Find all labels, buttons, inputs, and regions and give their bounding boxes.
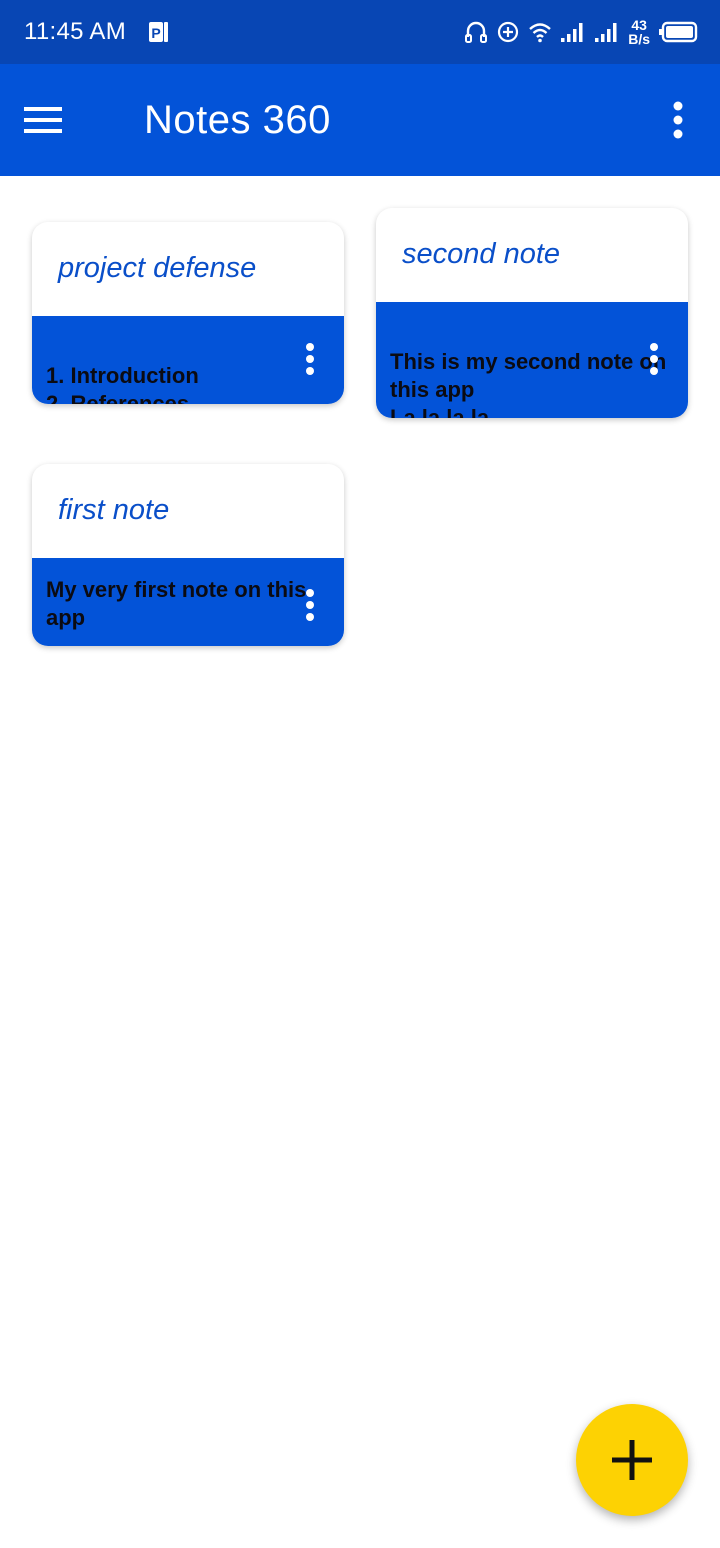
note-card[interactable]: project defense 1. Introduction 2. Refer…: [32, 222, 344, 404]
wifi-icon: [529, 23, 552, 43]
app-bar: Notes 360: [0, 64, 720, 176]
network-speed-value: 43: [631, 17, 647, 33]
status-icons: 43 B/s: [464, 14, 698, 50]
app-title: Notes 360: [144, 98, 331, 142]
note-body-text: 1. Introduction 2. References: [46, 363, 199, 404]
note-title: project defense: [58, 252, 257, 284]
plus-icon: [612, 1440, 652, 1480]
note-title: first note: [58, 494, 170, 526]
parking-app-icon: P: [149, 22, 168, 42]
signal-icon-sim1: [561, 23, 583, 42]
add-note-button[interactable]: [576, 1404, 688, 1516]
overflow-menu-button[interactable]: [658, 94, 698, 146]
note-more-icon[interactable]: [298, 342, 322, 378]
note-more-icon[interactable]: [642, 342, 666, 378]
svg-text:P: P: [151, 25, 160, 41]
signal-icon-sim2: [595, 23, 617, 42]
hamburger-menu-icon: [24, 107, 62, 133]
note-title: second note: [402, 238, 561, 270]
headset-icon: [465, 21, 488, 43]
status-time: 11:45 AM: [24, 18, 127, 45]
note-body-text: My very first note on this app: [46, 577, 307, 630]
status-bar: 11:45 AM P 43 B/s: [0, 0, 720, 64]
note-more-icon[interactable]: [298, 588, 322, 624]
network-speed-unit: B/s: [628, 31, 650, 47]
menu-button[interactable]: [24, 90, 88, 150]
note-card[interactable]: second note This is my second note on th…: [376, 208, 688, 418]
more-vert-icon: [673, 101, 683, 139]
data-saver-icon: [498, 21, 519, 43]
network-speed: 43 B/s: [628, 18, 650, 46]
note-card[interactable]: first note My very first note on this ap…: [32, 464, 344, 646]
battery-icon: [659, 21, 698, 43]
note-body-text: This is my second note on this app La la…: [390, 349, 666, 418]
